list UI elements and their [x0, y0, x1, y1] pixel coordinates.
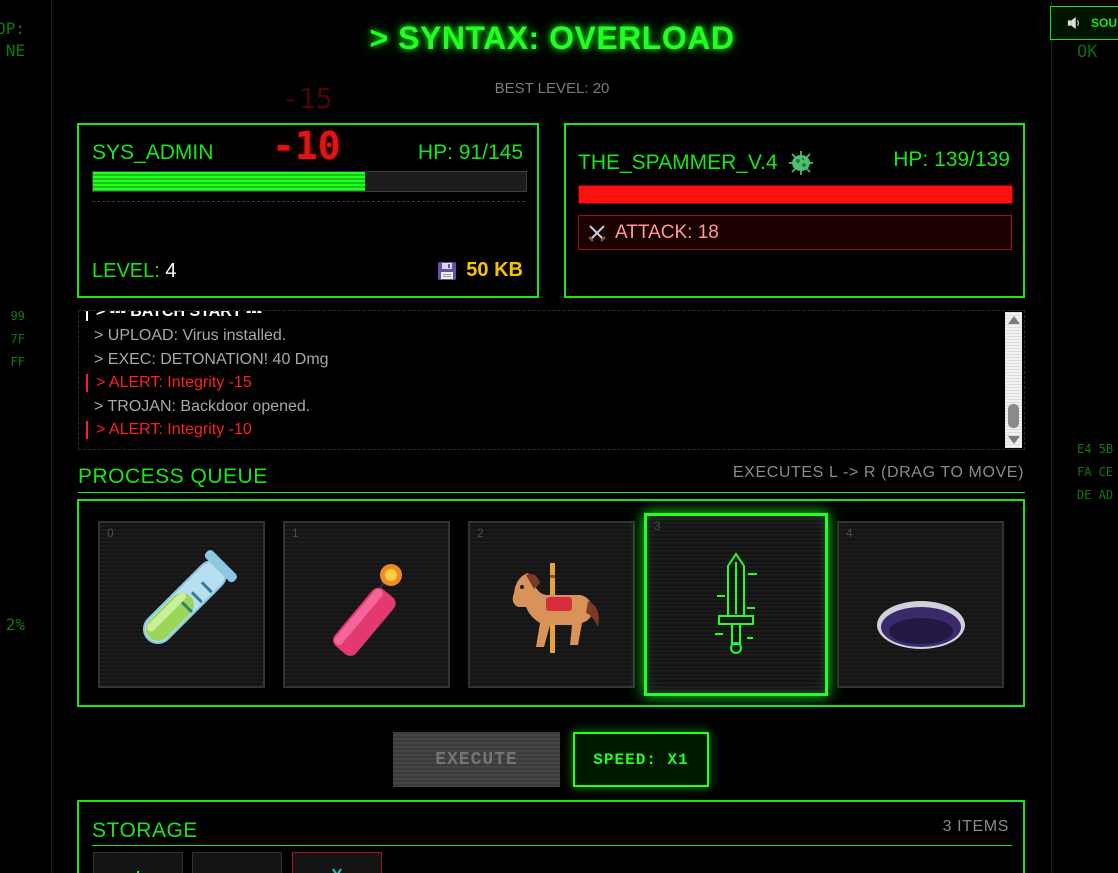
enemy-panel: THE_SPAMMER_V.4 HP: 139/139 ATTACK: 18: [564, 123, 1025, 298]
enemy-attack: ATTACK: 18: [578, 215, 1012, 250]
enemy-header: THE_SPAMMER_V.4: [578, 148, 816, 178]
combat-log[interactable]: > --- BATCH START --- > UPLOAD: Virus in…: [78, 310, 1025, 450]
storage-panel: STORAGE 3 ITEMS: [77, 800, 1025, 873]
queue-slot[interactable]: 1: [283, 521, 450, 688]
player-name: SYS_ADMIN: [92, 141, 214, 164]
storage-title: STORAGE: [92, 819, 198, 842]
left-gutter: [0, 0, 52, 873]
level-label: LEVEL:: [92, 260, 160, 282]
player-level: LEVEL: 4: [92, 260, 177, 283]
item-icon: [137, 871, 139, 873]
process-queue: 0 1 2 3 4: [77, 499, 1025, 707]
storage-count: 3 ITEMS: [942, 818, 1009, 835]
queue-slot-selected[interactable]: 3: [644, 513, 828, 696]
virus-icon: [788, 151, 813, 175]
item-icon: [332, 868, 342, 873]
enemy-hp-text: HP: 139/139: [893, 148, 1010, 171]
storage-slot[interactable]: [292, 852, 382, 873]
player-hp-text: HP: 91/145: [417, 141, 523, 164]
log-line-alert: > ALERT: Integrity -10: [86, 421, 252, 439]
glitch-sword-icon: [715, 552, 757, 654]
log-line: > --- BATCH START ---: [86, 311, 262, 321]
enemy-name: THE_SPAMMER_V.4: [578, 151, 778, 174]
dynamite-icon: [333, 564, 402, 656]
right-gutter: [1051, 0, 1118, 873]
scroll-up-icon[interactable]: [1008, 316, 1020, 324]
left-percent: 2%: [5, 615, 25, 634]
scroll-thumb[interactable]: [1008, 404, 1019, 428]
best-level: BEST LEVEL: 20: [494, 80, 610, 97]
scroll-down-icon[interactable]: [1008, 436, 1020, 444]
queue-note: EXECUTES L -> R (DRAG TO MOVE): [732, 464, 1024, 481]
queue-slot[interactable]: 2: [468, 521, 635, 688]
hole-icon: [877, 601, 965, 649]
carousel-horse-icon: [512, 563, 599, 653]
execute-button[interactable]: EXECUTE: [393, 732, 560, 787]
log-scrollbar[interactable]: [1005, 312, 1022, 448]
queue-slot[interactable]: 0: [98, 521, 265, 688]
storage-slot[interactable]: [192, 852, 282, 873]
log-line: > UPLOAD: Virus installed.: [94, 327, 287, 344]
memory-value: 50 KB: [466, 259, 523, 281]
test-tube-icon: [142, 550, 237, 645]
queue-title: PROCESS QUEUE: [78, 465, 268, 488]
crossed-swords-icon: [588, 224, 606, 242]
divider: [92, 201, 525, 202]
game-title: > SYNTAX: OVERLOAD: [369, 20, 735, 56]
enemy-hp-fill: [579, 186, 1012, 203]
player-memory: 50 KB: [437, 259, 523, 282]
player-hp-fill: [93, 172, 365, 191]
storage-slot[interactable]: [93, 852, 183, 873]
log-line: > EXEC: DETONATION! 40 Dmg: [94, 351, 329, 368]
right-hex-column: E4 5B FA CE DE AD: [1077, 442, 1114, 502]
level-value: 4: [165, 260, 177, 282]
floating-damage-faded: -15: [282, 82, 333, 115]
floating-damage: -10: [272, 124, 341, 168]
player-hp-bar: [92, 171, 527, 192]
queue-divider: [78, 492, 1025, 493]
queue-slot[interactable]: 4: [837, 521, 1004, 688]
speed-button[interactable]: SPEED: X1: [573, 732, 709, 787]
storage-divider: [92, 845, 1012, 846]
attack-value: ATTACK: 18: [615, 221, 719, 243]
left-hex-column: 99 7F FF: [10, 309, 25, 369]
enemy-hp-bar: [578, 185, 1013, 204]
floppy-disk-icon: [438, 261, 457, 280]
log-line-alert: > ALERT: Integrity -15: [86, 374, 252, 392]
log-line: > TROJAN: Backdoor opened.: [94, 398, 311, 415]
